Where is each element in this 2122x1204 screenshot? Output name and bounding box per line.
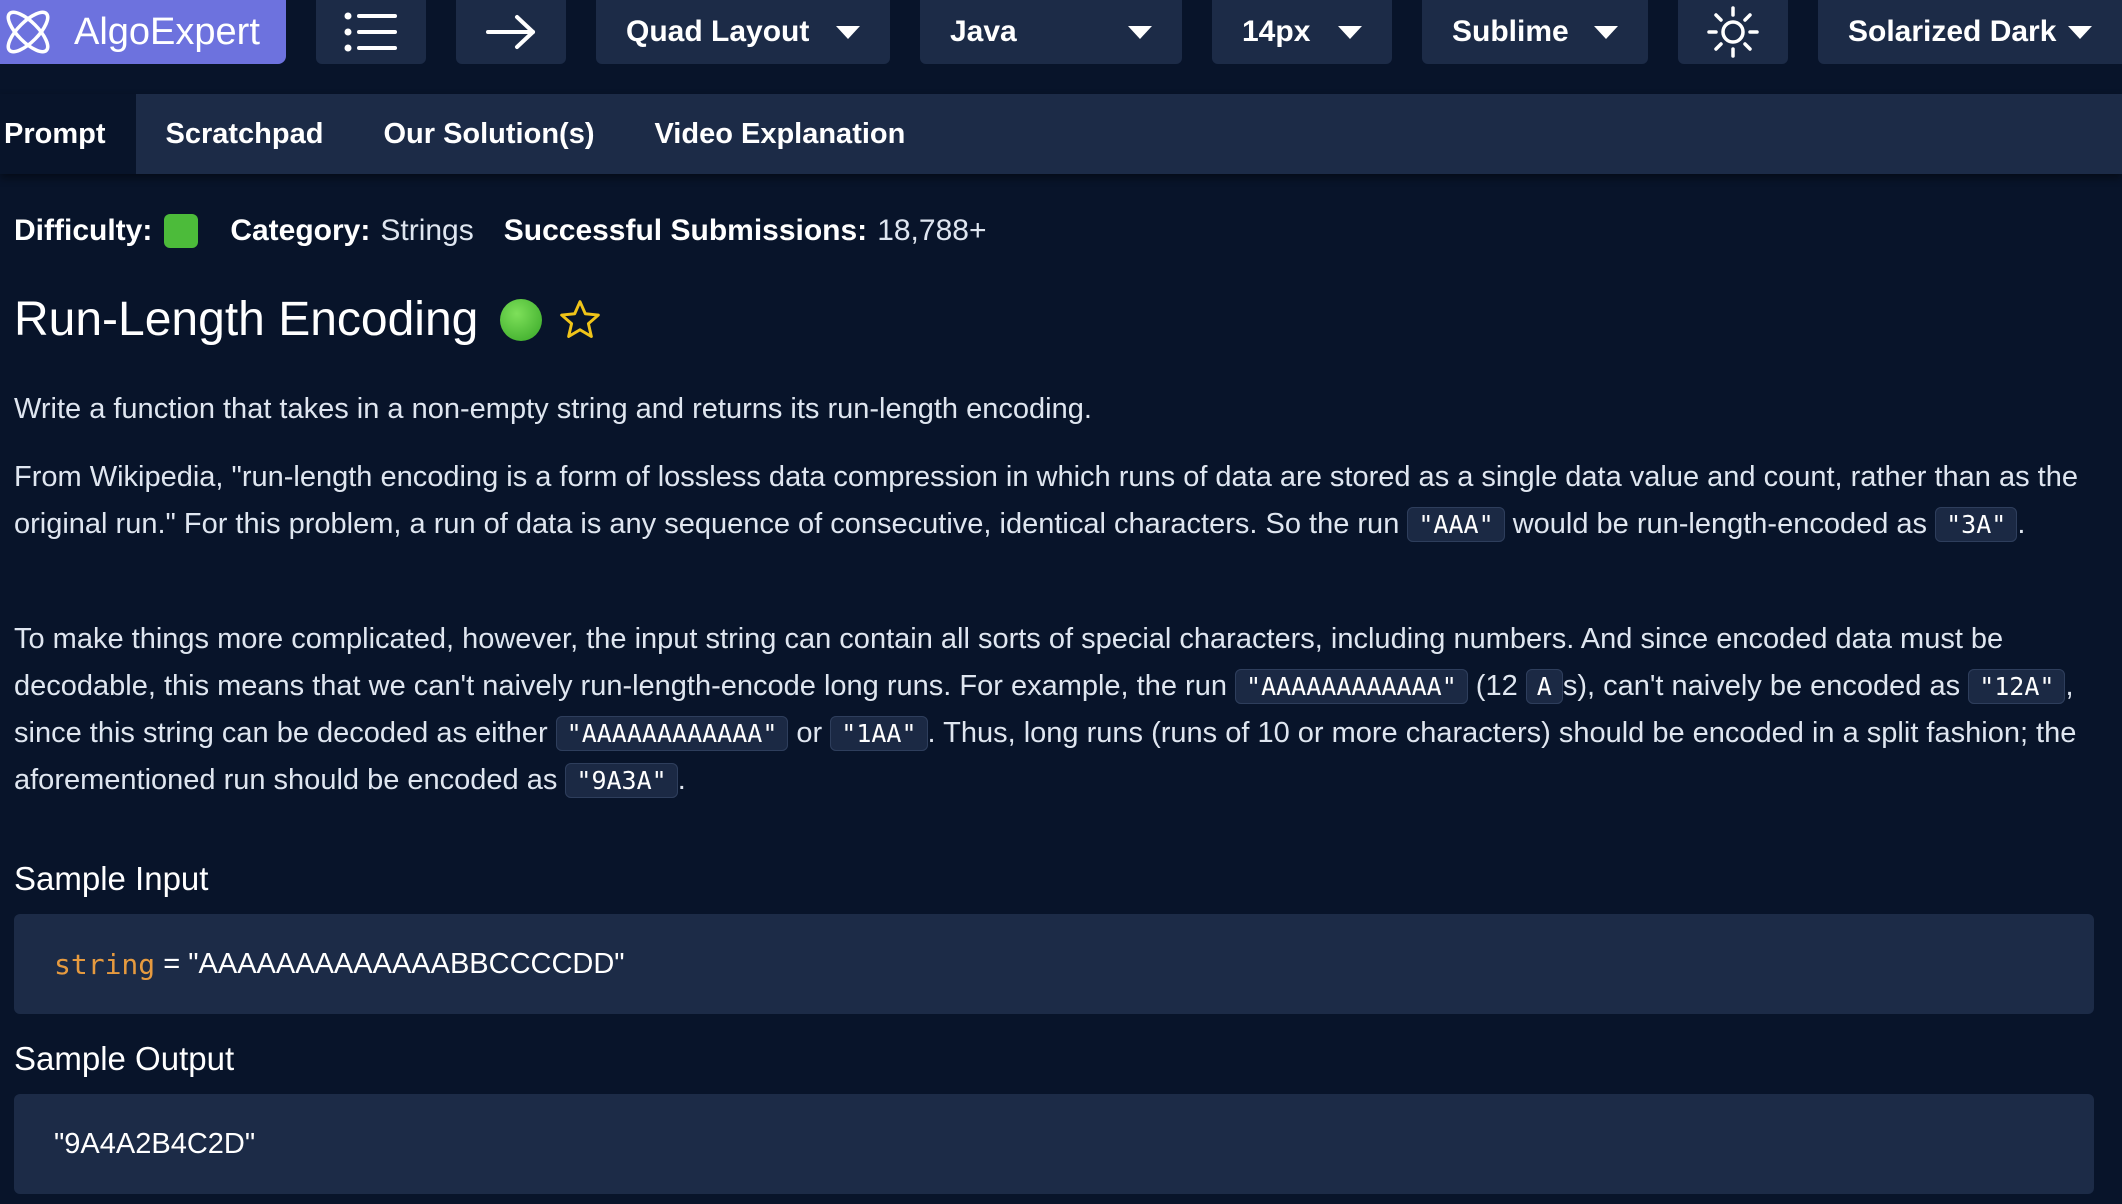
chevron-down-icon (836, 25, 860, 39)
completed-status-icon (500, 298, 543, 341)
layout-dropdown[interactable]: Quad Layout (596, 0, 890, 64)
paragraph-3-text-c: s), can't naively be encoded as (1562, 670, 1969, 702)
chevron-down-icon (1338, 25, 1362, 39)
paragraph-3-text-g: . (677, 764, 686, 796)
next-question-button[interactable] (456, 0, 566, 64)
submissions-value: 18,788+ (877, 214, 987, 247)
theme-label: Solarized Dark (1848, 15, 2057, 48)
submissions-label: Successful Submissions: (503, 214, 868, 247)
atom-logo-icon (6, 10, 50, 54)
sample-input-heading: Sample Input (14, 860, 209, 897)
menu-button[interactable] (316, 0, 426, 64)
chevron-down-icon (2068, 25, 2092, 39)
theme-toggle-button[interactable] (1678, 0, 1788, 64)
inline-code: "12A" (1968, 669, 2066, 704)
inline-code: "AAA" (1407, 507, 1505, 542)
problem-title: Run-Length Encoding (14, 293, 479, 346)
problem-paragraph-3: To make things more complicated, however… (14, 616, 2104, 804)
sample-output-value: "9A4A2B4C2D" (54, 1127, 256, 1160)
keymap-label: Sublime (1452, 15, 1569, 48)
prompt-tabs: Prompt Scratchpad Our Solution(s) Video … (0, 94, 2122, 174)
sun-icon (1707, 6, 1759, 58)
problem-paragraph-2: From Wikipedia, "run-length encoding is … (14, 454, 2104, 548)
problem-paragraph-1-text: Write a function that takes in a non-emp… (14, 386, 2104, 433)
inline-code: "9A3A" (565, 763, 678, 798)
sample-input-value: "AAAAAAAAAAAAABBCCCCDD" (188, 947, 625, 980)
sample-output-heading: Sample Output (14, 1040, 235, 1077)
paragraph-3-text-b: (12 (1467, 670, 1526, 702)
problem-meta: Difficulty: Category: Strings Successful… (14, 214, 986, 248)
top-toolbar: AlgoExpert Quad Layout Java 14px Sublime (0, 0, 2122, 88)
algoexpert-logo[interactable]: AlgoExpert (0, 0, 286, 64)
theme-dropdown[interactable]: Solarized Dark (1818, 0, 2122, 64)
sample-input-block: string = "AAAAAAAAAAAAABBCCCCDD" (14, 914, 2094, 1014)
logo-text: AlgoExpert (74, 10, 260, 53)
arrow-right-icon (486, 15, 535, 49)
font-size-label: 14px (1242, 15, 1311, 48)
paragraph-2-text-b: would be run-length-encoded as (1504, 508, 1936, 540)
tab-prompt[interactable]: Prompt (0, 94, 136, 174)
inline-code: "AAAAAAAAAAAA" (1235, 669, 1468, 704)
category-value: Strings (380, 214, 474, 247)
paragraph-2-text-c: . (2017, 508, 2026, 540)
font-size-dropdown[interactable]: 14px (1212, 0, 1392, 64)
paragraph-1-text: Write a function that takes in a non-emp… (14, 393, 1092, 425)
list-menu-icon (344, 12, 397, 52)
sample-output-block: "9A4A2B4C2D" (14, 1094, 2094, 1194)
star-icon[interactable] (558, 298, 602, 342)
tab-scratchpad[interactable]: Scratchpad (136, 94, 354, 174)
category-label: Category: (230, 214, 371, 247)
problem-title-row: Run-Length Encoding (14, 292, 602, 347)
inline-code: "3A" (1935, 507, 2018, 542)
chevron-down-icon (1128, 25, 1152, 39)
inline-code: "AAAAAAAAAAAA" (555, 716, 789, 751)
tab-video-explanation[interactable]: Video Explanation (624, 94, 935, 174)
layout-label: Quad Layout (626, 15, 810, 48)
inline-code: "1AA" (830, 716, 928, 751)
chevron-down-icon (1594, 25, 1618, 39)
difficulty-label: Difficulty: (14, 214, 153, 247)
language-label: Java (950, 15, 1017, 48)
tab-our-solutions[interactable]: Our Solution(s) (353, 94, 624, 174)
sample-input-variable: string (54, 947, 156, 981)
keymap-dropdown[interactable]: Sublime (1422, 0, 1648, 64)
inline-code: A (1525, 669, 1563, 704)
language-dropdown[interactable]: Java (920, 0, 1182, 64)
sample-input-equals: = (155, 947, 189, 980)
difficulty-easy-indicator (164, 214, 199, 248)
paragraph-3-text-e: or (788, 717, 831, 749)
